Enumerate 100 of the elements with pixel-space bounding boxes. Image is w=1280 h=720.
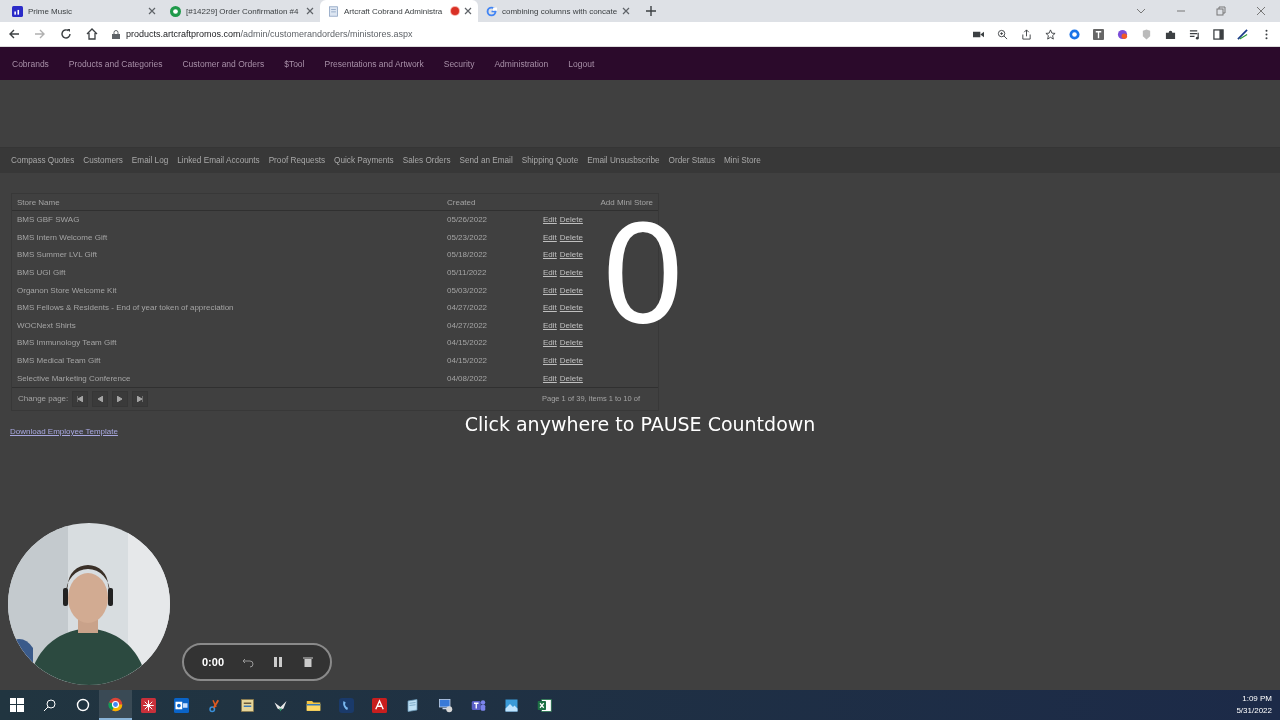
- undo-icon[interactable]: [242, 656, 255, 668]
- download-template-link[interactable]: Download Employee Template: [10, 426, 118, 436]
- delete-link[interactable]: Delete: [559, 268, 583, 278]
- next-icon: [117, 395, 124, 402]
- burst-extension-icon[interactable]: [1117, 28, 1128, 40]
- column-header: Created: [447, 197, 477, 207]
- delete-link[interactable]: Delete: [559, 373, 583, 383]
- sub-nav-link[interactable]: Compass Quotes: [11, 156, 75, 165]
- edit-link[interactable]: Edit: [543, 373, 557, 383]
- previous-page-button[interactable]: [92, 390, 109, 407]
- back-icon[interactable]: [8, 28, 20, 40]
- document-icon: [328, 5, 339, 17]
- circle-extension-icon[interactable]: [1069, 28, 1080, 40]
- spreadsheet-icon: [537, 697, 552, 713]
- store-name-cell-text: BMS GBF SWAG: [16, 215, 81, 225]
- delete-link[interactable]: Delete: [559, 250, 583, 260]
- edit-link[interactable]: Edit: [543, 338, 557, 348]
- nav-link[interactable]: Presentations and Artwork: [324, 58, 424, 69]
- change-page-label: Change page:: [18, 394, 69, 404]
- close-icon[interactable]: [622, 7, 631, 15]
- edit-link[interactable]: Edit: [543, 303, 557, 313]
- nav-link[interactable]: Cobrands: [12, 58, 49, 69]
- zoom-icon[interactable]: [997, 28, 1008, 40]
- browser-tab[interactable]: combining columns with concate: [478, 0, 637, 22]
- delete-link[interactable]: Delete: [559, 232, 583, 242]
- delete-link[interactable]: Delete: [559, 356, 583, 366]
- browser-tab[interactable]: Prime Music: [4, 0, 162, 22]
- phone-icon: [339, 697, 354, 713]
- delete-link[interactable]: Delete: [559, 338, 583, 348]
- edit-link[interactable]: Edit: [543, 320, 557, 330]
- pause-countdown-message[interactable]: Click anywhere to PAUSE Countdown: [464, 413, 816, 435]
- store-name-cell-text: BMS Fellows & Residents - End of year token of appreciation: [16, 303, 235, 313]
- pen-extension-icon[interactable]: [1237, 28, 1248, 40]
- browser-tab[interactable]: [#14229] Order Confirmation #4: [162, 0, 320, 22]
- sub-nav-link[interactable]: Quick Payments: [334, 156, 394, 165]
- home-icon[interactable]: [86, 28, 98, 40]
- share-icon[interactable]: [1021, 28, 1032, 40]
- store-name-cell-text: BMS Medical Team Gift: [16, 356, 102, 366]
- sub-nav-link[interactable]: Proof Requests: [268, 156, 326, 165]
- star-icon[interactable]: [1045, 28, 1056, 40]
- countdown-number: 0: [599, 207, 687, 343]
- nav-link[interactable]: Customer and Orders: [182, 58, 265, 69]
- nav-link[interactable]: $Tool: [284, 58, 305, 69]
- nav-link[interactable]: Products and Categories: [68, 58, 163, 69]
- playlist-icon[interactable]: [1189, 28, 1200, 40]
- windows-start-icon[interactable]: [9, 698, 24, 712]
- search-icon[interactable]: [42, 698, 57, 712]
- recording-timer: 0:00: [202, 656, 225, 668]
- nav-link[interactable]: Administration: [494, 58, 549, 69]
- delete-link[interactable]: Delete: [559, 215, 583, 225]
- letter-extension-icon[interactable]: [1093, 28, 1104, 40]
- delete-link[interactable]: Delete: [559, 285, 583, 295]
- browser-tab[interactable]: Artcraft Cobrand Administra: [320, 0, 478, 22]
- close-icon[interactable]: [464, 7, 472, 15]
- sub-nav-link[interactable]: Customers: [83, 156, 123, 165]
- new-tab-icon[interactable]: [646, 6, 657, 16]
- sub-nav-link[interactable]: Linked Email Accounts: [177, 156, 260, 165]
- add-mini-store-link[interactable]: Add Mini Store: [600, 197, 658, 207]
- first-page-button[interactable]: [72, 390, 89, 407]
- sub-nav-link[interactable]: Order Status: [668, 156, 715, 165]
- pause-icon[interactable]: [272, 656, 285, 668]
- close-icon[interactable]: [148, 7, 156, 15]
- store-name-cell-text: BMS UGI Gift: [16, 268, 67, 278]
- reload-icon[interactable]: [60, 28, 72, 40]
- scissors-icon: [207, 697, 222, 713]
- created-date-cell-text: 04/15/2022: [447, 338, 489, 348]
- created-date-cell-text: 05/18/2022: [447, 250, 489, 260]
- edit-link[interactable]: Edit: [543, 285, 557, 295]
- next-page-button[interactable]: [112, 390, 129, 407]
- created-date-cell-text: 05/26/2022: [447, 215, 489, 225]
- side-panel-icon[interactable]: [1213, 28, 1224, 40]
- sub-nav-link[interactable]: Email Log: [131, 156, 169, 165]
- delete-link[interactable]: Delete: [559, 320, 583, 330]
- ring-icon: [170, 5, 181, 17]
- music-app-icon: [12, 5, 23, 17]
- sub-nav-link[interactable]: Email Unsusbscribe: [587, 156, 660, 165]
- trash-icon[interactable]: [302, 656, 315, 668]
- delete-link[interactable]: Delete: [559, 303, 583, 313]
- nav-link[interactable]: Security: [443, 58, 475, 69]
- mail-app-icon: [174, 697, 189, 713]
- nav-link[interactable]: Logout: [568, 58, 595, 69]
- store-name-cell-text: BMS Summer LVL Gift: [16, 250, 99, 260]
- network-star-icon: [141, 697, 156, 713]
- sub-nav-link[interactable]: Shipping Quote: [521, 156, 579, 165]
- sub-nav-link[interactable]: Send an Email: [459, 156, 513, 165]
- chevron-down-icon[interactable]: [1136, 6, 1146, 16]
- close-icon[interactable]: [306, 7, 314, 15]
- edit-link[interactable]: Edit: [543, 232, 557, 242]
- previous-icon: [97, 395, 104, 402]
- edit-link[interactable]: Edit: [543, 250, 557, 260]
- edit-link[interactable]: Edit: [543, 356, 557, 366]
- close-icon[interactable]: [1256, 6, 1266, 16]
- sub-nav-link[interactable]: Sales Orders: [402, 156, 451, 165]
- sub-nav-link[interactable]: Mini Store: [724, 156, 761, 165]
- task-view-icon[interactable]: [75, 698, 90, 712]
- edit-link[interactable]: Edit: [543, 268, 557, 278]
- note-app-icon: [240, 697, 255, 713]
- edit-link[interactable]: Edit: [543, 215, 557, 225]
- last-page-button[interactable]: [132, 390, 149, 407]
- url-text[interactable]: products.artcraftpromos.com/admin/customerandorders/ministores.aspx: [126, 29, 413, 39]
